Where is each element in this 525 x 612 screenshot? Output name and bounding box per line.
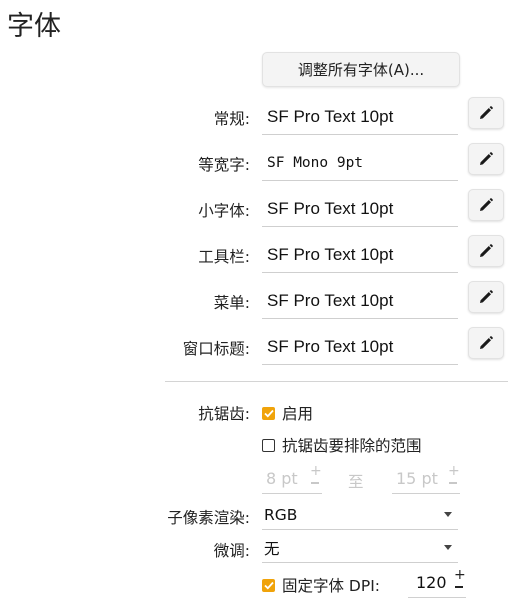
subpixel-label: 子像素渲染:	[167, 509, 250, 527]
spin-arrows-icon: +	[310, 464, 322, 492]
fixed-dpi-checkbox[interactable]: 固定字体 DPI:	[262, 574, 380, 596]
pencil-icon	[480, 198, 493, 211]
hinting-select[interactable]: 无	[262, 533, 458, 563]
font-field-small: SF Pro Text 10pt	[262, 191, 458, 227]
exclude-range-to-value: 15 pt	[396, 469, 438, 488]
font-field-toolbar: SF Pro Text 10pt	[262, 237, 458, 273]
fixed-dpi-label: 固定字体 DPI:	[282, 577, 381, 595]
font-label-fixed: 等宽字:	[198, 156, 250, 174]
pencil-icon	[480, 336, 493, 349]
antialias-exclude-label: 抗锯齿要排除的范围	[282, 437, 422, 455]
pencil-icon	[480, 244, 493, 257]
dropdown-arrow-icon	[444, 545, 452, 550]
pencil-icon	[480, 106, 493, 119]
page-title: 字体	[7, 11, 61, 42]
exclude-range-from-spinbox[interactable]: 8 pt +	[262, 464, 322, 494]
adjust-all-fonts-button[interactable]: 调整所有字体(A)...	[262, 52, 460, 87]
dpi-spinbox[interactable]: 120 +	[408, 568, 466, 598]
edit-window-title-font-button[interactable]	[468, 327, 504, 359]
edit-toolbar-font-button[interactable]	[468, 235, 504, 267]
hinting-value: 无	[264, 539, 280, 558]
font-label-window-title: 窗口标题:	[182, 340, 250, 358]
font-field-fixed: SF Mono 9pt	[262, 145, 458, 181]
edit-general-font-button[interactable]	[468, 97, 504, 129]
font-label-small: 小字体:	[198, 202, 250, 220]
pencil-icon	[480, 152, 493, 165]
dropdown-arrow-icon	[444, 512, 452, 517]
pencil-icon	[480, 290, 493, 303]
antialias-exclude-checkbox[interactable]: 抗锯齿要排除的范围	[262, 434, 422, 456]
checkbox-unchecked-icon	[262, 438, 275, 452]
range-to-label: 至	[348, 473, 364, 491]
edit-small-font-button[interactable]	[468, 189, 504, 221]
font-field-general: SF Pro Text 10pt	[262, 99, 458, 135]
antialias-enable-checkbox[interactable]: 启用	[262, 402, 313, 424]
edit-menu-font-button[interactable]	[468, 281, 504, 313]
section-divider	[165, 381, 508, 382]
exclude-range-from-value: 8 pt	[266, 469, 298, 488]
antialias-label: 抗锯齿:	[198, 405, 250, 423]
font-field-window-title: SF Pro Text 10pt	[262, 329, 458, 365]
exclude-range-to-spinbox[interactable]: 15 pt +	[392, 464, 460, 494]
font-field-menu: SF Pro Text 10pt	[262, 283, 458, 319]
subpixel-value: RGB	[264, 505, 298, 524]
font-label-menu: 菜单:	[213, 294, 250, 312]
dpi-value: 120	[416, 573, 447, 592]
spin-arrows-icon: +	[448, 464, 460, 492]
checkbox-checked-icon	[262, 578, 275, 592]
spin-arrows-icon: +	[454, 568, 466, 596]
edit-fixed-font-button[interactable]	[468, 143, 504, 175]
font-label-general: 常规:	[213, 110, 250, 128]
hinting-label: 微调:	[213, 542, 250, 560]
antialias-enable-label: 启用	[282, 405, 314, 423]
checkbox-checked-icon	[262, 406, 275, 420]
font-label-toolbar: 工具栏:	[198, 248, 250, 266]
subpixel-select[interactable]: RGB	[262, 500, 458, 530]
